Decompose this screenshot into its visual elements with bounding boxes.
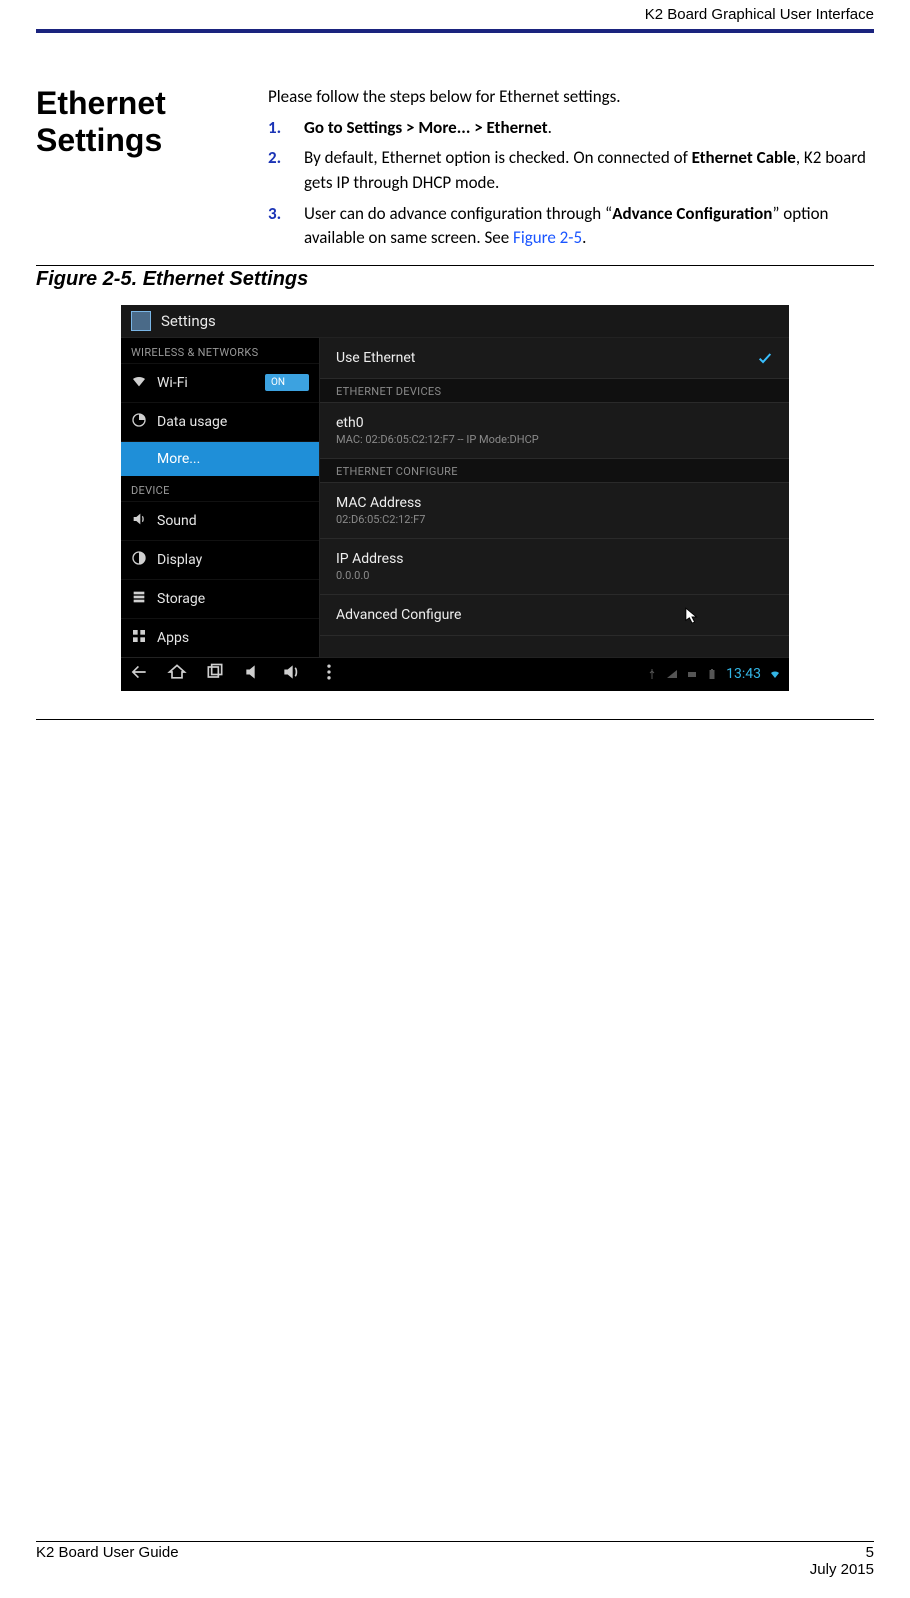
footer-page-number: 5 <box>810 1544 874 1561</box>
android-navbar: 13:43 <box>121 657 789 691</box>
back-icon[interactable] <box>129 662 149 686</box>
row-advanced-configure[interactable]: Advanced Configure <box>320 595 789 636</box>
figure-rule-top <box>36 265 874 266</box>
row-sublabel: 0.0.0.0 <box>336 569 404 582</box>
sidebar-item-sound[interactable]: Sound <box>121 501 319 540</box>
sidebar-item-more[interactable]: More... <box>121 441 319 476</box>
step-number: 1. <box>268 116 290 141</box>
wifi-toggle[interactable]: ON <box>265 374 309 391</box>
android-title: Settings <box>161 312 216 330</box>
sidebar-item-label: Data usage <box>157 414 227 430</box>
menu-icon[interactable] <box>319 662 339 686</box>
sidebar-item-wifi[interactable]: Wi-Fi ON <box>121 363 319 402</box>
step-bold: Go to Settings > More... > Ethernet <box>304 117 548 138</box>
sidebar-item-display[interactable]: Display <box>121 540 319 579</box>
row-label: MAC Address <box>336 495 425 511</box>
figure-caption: Figure 2-5. Ethernet Settings <box>36 268 874 291</box>
volume-up-icon[interactable] <box>281 662 301 686</box>
sidebar-section-device: DEVICE <box>121 476 319 501</box>
sidebar-item-label: Wi-Fi <box>157 375 188 391</box>
settings-content: Use Ethernet ETHERNET DEVICES eth0 MAC: … <box>319 338 789 657</box>
sidebar-item-label: Apps <box>157 630 189 646</box>
step-pre: By default, Ethernet option is checked. … <box>304 147 692 168</box>
row-label: IP Address <box>336 551 404 567</box>
settings-sidebar: WIRELESS & NETWORKS Wi-Fi ON <box>121 338 319 657</box>
step-pre: User can do advance configuration throug… <box>304 203 612 224</box>
step-2: 2. By default, Ethernet option is checke… <box>268 146 874 195</box>
storage-icon <box>131 589 147 609</box>
recent-apps-icon[interactable] <box>205 662 225 686</box>
sidebar-item-label: Storage <box>157 591 205 607</box>
row-mac-address: MAC Address 02:D6:05:C2:12:F7 <box>320 483 789 539</box>
status-clock: 13:43 <box>726 666 761 682</box>
status-ethernet-icon <box>686 668 698 680</box>
footer-left: K2 Board User Guide <box>36 1544 179 1578</box>
step-bold: Ethernet Cable <box>692 147 796 168</box>
section-title-line1: Ethernet <box>36 85 236 122</box>
display-icon <box>131 550 147 570</box>
sidebar-item-label: Display <box>157 552 202 568</box>
sidebar-item-label: More... <box>157 451 200 467</box>
mouse-cursor-icon <box>685 607 699 629</box>
step-tail: . <box>548 117 552 138</box>
sidebar-item-apps[interactable]: Apps <box>121 618 319 657</box>
home-icon[interactable] <box>167 662 187 686</box>
data-usage-icon <box>131 412 147 432</box>
step-3: 3. User can do advance configuration thr… <box>268 202 874 251</box>
footer-date: July 2015 <box>810 1561 874 1578</box>
step-number: 2. <box>268 146 290 195</box>
android-screenshot: Settings WIRELESS & NETWORKS Wi-Fi ON <box>121 305 789 691</box>
sidebar-item-storage[interactable]: Storage <box>121 579 319 618</box>
running-header: K2 Board Graphical User Interface <box>36 0 874 25</box>
intro-text: Please follow the steps below for Ethern… <box>268 85 874 110</box>
step-bold: Advance Configuration <box>612 203 772 224</box>
row-sublabel: MAC: 02:D6:05:C2:12:F7 -- IP Mode:DHCP <box>336 433 539 446</box>
android-titlebar: Settings <box>121 305 789 338</box>
section-title-line2: Settings <box>36 122 236 159</box>
volume-down-icon[interactable] <box>243 662 263 686</box>
sound-icon <box>131 511 147 531</box>
status-usb-icon <box>646 668 658 680</box>
wifi-icon <box>131 373 147 393</box>
checkbox-checked-icon[interactable] <box>757 350 773 366</box>
row-label: Advanced Configure <box>336 607 461 623</box>
header-rule <box>36 29 874 33</box>
step-after-fig: . <box>582 227 586 248</box>
status-battery-icon <box>706 668 718 680</box>
step-number: 3. <box>268 202 290 251</box>
row-sublabel: 02:D6:05:C2:12:F7 <box>336 513 425 526</box>
status-wifi-icon <box>769 668 781 680</box>
content-section-devices: ETHERNET DEVICES <box>320 379 789 403</box>
row-ip-address: IP Address 0.0.0.0 <box>320 539 789 595</box>
sidebar-item-data-usage[interactable]: Data usage <box>121 402 319 441</box>
sidebar-section-wireless: WIRELESS & NETWORKS <box>121 338 319 363</box>
figure-ref-link[interactable]: Figure 2-5 <box>513 227 582 248</box>
figure-rule-bottom <box>36 719 874 720</box>
row-label: Use Ethernet <box>336 350 415 366</box>
status-signal-icon <box>666 668 678 680</box>
page-footer: K2 Board User Guide 5 July 2015 <box>36 1541 874 1578</box>
apps-icon <box>131 628 147 648</box>
sidebar-item-label: Sound <box>157 513 197 529</box>
settings-app-icon <box>131 311 151 331</box>
row-eth0[interactable]: eth0 MAC: 02:D6:05:C2:12:F7 -- IP Mode:D… <box>320 403 789 459</box>
row-label: eth0 <box>336 415 539 431</box>
row-use-ethernet[interactable]: Use Ethernet <box>320 338 789 379</box>
content-section-configure: ETHERNET CONFIGURE <box>320 459 789 483</box>
step-1: 1. Go to Settings > More... > Ethernet. <box>268 116 874 141</box>
